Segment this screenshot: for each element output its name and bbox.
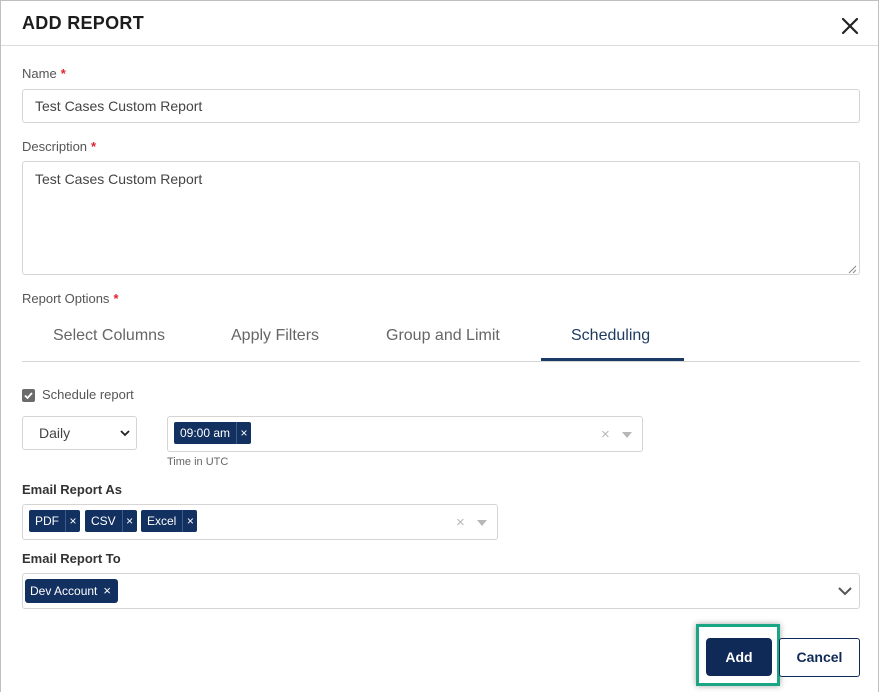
close-icon[interactable]	[839, 15, 861, 37]
description-label: Description *	[22, 139, 97, 154]
active-tab-indicator	[541, 358, 684, 361]
clear-icon[interactable]: ×	[456, 514, 465, 531]
format-chip-pdf: PDF ×	[29, 510, 80, 532]
remove-chip-icon[interactable]: ×	[66, 510, 80, 532]
name-label: Name *	[22, 66, 66, 81]
format-chip-csv: CSV ×	[85, 510, 137, 532]
description-textarea[interactable]: Test Cases Custom Report	[22, 161, 860, 275]
cancel-button[interactable]: Cancel	[779, 638, 860, 677]
name-input[interactable]: Test Cases Custom Report	[22, 89, 860, 123]
tab-scheduling[interactable]: Scheduling	[571, 327, 650, 345]
tab-group-and-limit[interactable]: Group and Limit	[386, 327, 500, 345]
dialog-header: ADD REPORT	[1, 1, 878, 46]
remove-chip-icon[interactable]: ×	[103, 583, 111, 598]
time-chip: 09:00 am ×	[174, 422, 252, 444]
tab-select-columns[interactable]: Select Columns	[53, 327, 165, 345]
report-options-tabs: Select Columns Apply Filters Group and L…	[22, 319, 860, 362]
report-options-label: Report Options *	[22, 291, 119, 306]
check-icon	[24, 392, 33, 400]
chevron-down-icon[interactable]	[837, 585, 853, 597]
frequency-value: Daily	[39, 425, 71, 441]
format-chip-excel: Excel ×	[141, 510, 198, 532]
tab-apply-filters[interactable]: Apply Filters	[231, 327, 319, 345]
clear-icon[interactable]: ×	[601, 426, 610, 443]
schedule-report-label: Schedule report	[42, 387, 134, 402]
time-hint: Time in UTC	[167, 456, 229, 468]
caret-down-icon[interactable]	[622, 432, 632, 438]
chevron-down-icon	[120, 430, 130, 437]
email-format-multiselect[interactable]: PDF × CSV × Excel × ×	[22, 504, 498, 540]
email-as-label: Email Report As	[22, 482, 122, 497]
email-to-label: Email Report To	[22, 551, 121, 566]
recipient-chip: Dev Account ×	[25, 579, 118, 603]
dialog-title: ADD REPORT	[22, 13, 145, 33]
add-report-dialog: ADD REPORT Name * Test Cases Custom Repor…	[0, 0, 879, 692]
add-button[interactable]: Add	[706, 638, 772, 676]
remove-chip-icon[interactable]: ×	[183, 510, 197, 532]
frequency-select[interactable]: Daily	[22, 416, 137, 450]
remove-chip-icon[interactable]: ×	[123, 510, 137, 532]
email-recipient-multiselect[interactable]: Dev Account ×	[22, 573, 860, 609]
time-multiselect[interactable]: 09:00 am × ×	[167, 416, 643, 452]
resize-grip-icon[interactable]	[847, 261, 857, 274]
remove-chip-icon[interactable]: ×	[237, 422, 251, 444]
schedule-report-checkbox[interactable]	[22, 389, 35, 402]
caret-down-icon[interactable]	[477, 520, 487, 526]
